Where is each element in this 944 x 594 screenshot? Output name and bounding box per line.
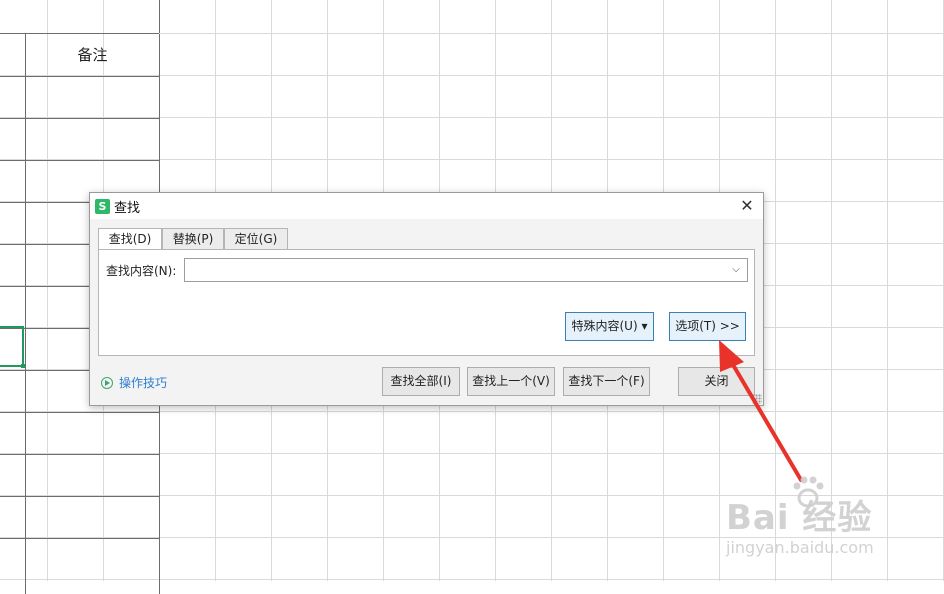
close-button[interactable]: 关闭 xyxy=(678,367,755,396)
table-row-line xyxy=(0,496,159,497)
operation-tips-label: 操作技巧 xyxy=(119,376,168,390)
active-cell-selection[interactable] xyxy=(0,326,25,368)
watermark-brand: Bai 经验 xyxy=(726,498,873,538)
table-row-line xyxy=(0,412,159,413)
find-dialog: S 查找 ✕ 查找(D) 替换(P) 定位(G) 查找内容(N): ⌵ 特殊内容… xyxy=(89,192,764,406)
resize-grip-icon[interactable] xyxy=(752,394,762,404)
dialog-title: 查找 xyxy=(114,201,141,216)
find-content-input[interactable] xyxy=(184,258,748,282)
special-content-button[interactable]: 特殊内容(U) ▾ xyxy=(565,312,654,341)
tab-goto[interactable]: 定位(G) xyxy=(224,228,288,249)
column-divider xyxy=(159,0,160,33)
dialog-titlebar[interactable]: S 查找 ✕ xyxy=(90,193,763,219)
table-row-line xyxy=(0,160,159,161)
baidu-watermark: Bai 经验 jingyan.baidu.com xyxy=(726,476,936,575)
play-circle-icon xyxy=(101,377,113,389)
options-button[interactable]: 选项(T) >> xyxy=(669,312,746,341)
find-all-button[interactable]: 查找全部(I) xyxy=(382,367,460,396)
find-content-label: 查找内容(N): xyxy=(106,264,177,278)
table-row-line xyxy=(0,76,159,77)
find-tab-panel: 查找内容(N): ⌵ 特殊内容(U) ▾ 选项(T) >> xyxy=(98,249,755,356)
wps-logo-icon: S xyxy=(95,199,110,214)
table-row-line xyxy=(0,538,159,539)
table-row-line xyxy=(0,454,159,455)
find-next-button[interactable]: 查找下一个(F) xyxy=(563,367,650,396)
close-icon[interactable]: ✕ xyxy=(737,196,757,216)
tab-find[interactable]: 查找(D) xyxy=(98,228,162,250)
tab-replace[interactable]: 替换(P) xyxy=(162,228,224,249)
chevron-down-icon[interactable]: ⌵ xyxy=(729,263,743,277)
watermark-url: jingyan.baidu.com xyxy=(726,538,874,557)
find-previous-button[interactable]: 查找上一个(V) xyxy=(467,367,555,396)
table-row-line xyxy=(0,118,159,119)
remark-column-header[interactable]: 备注 xyxy=(26,34,159,75)
operation-tips-link[interactable]: 操作技巧 xyxy=(101,374,167,391)
